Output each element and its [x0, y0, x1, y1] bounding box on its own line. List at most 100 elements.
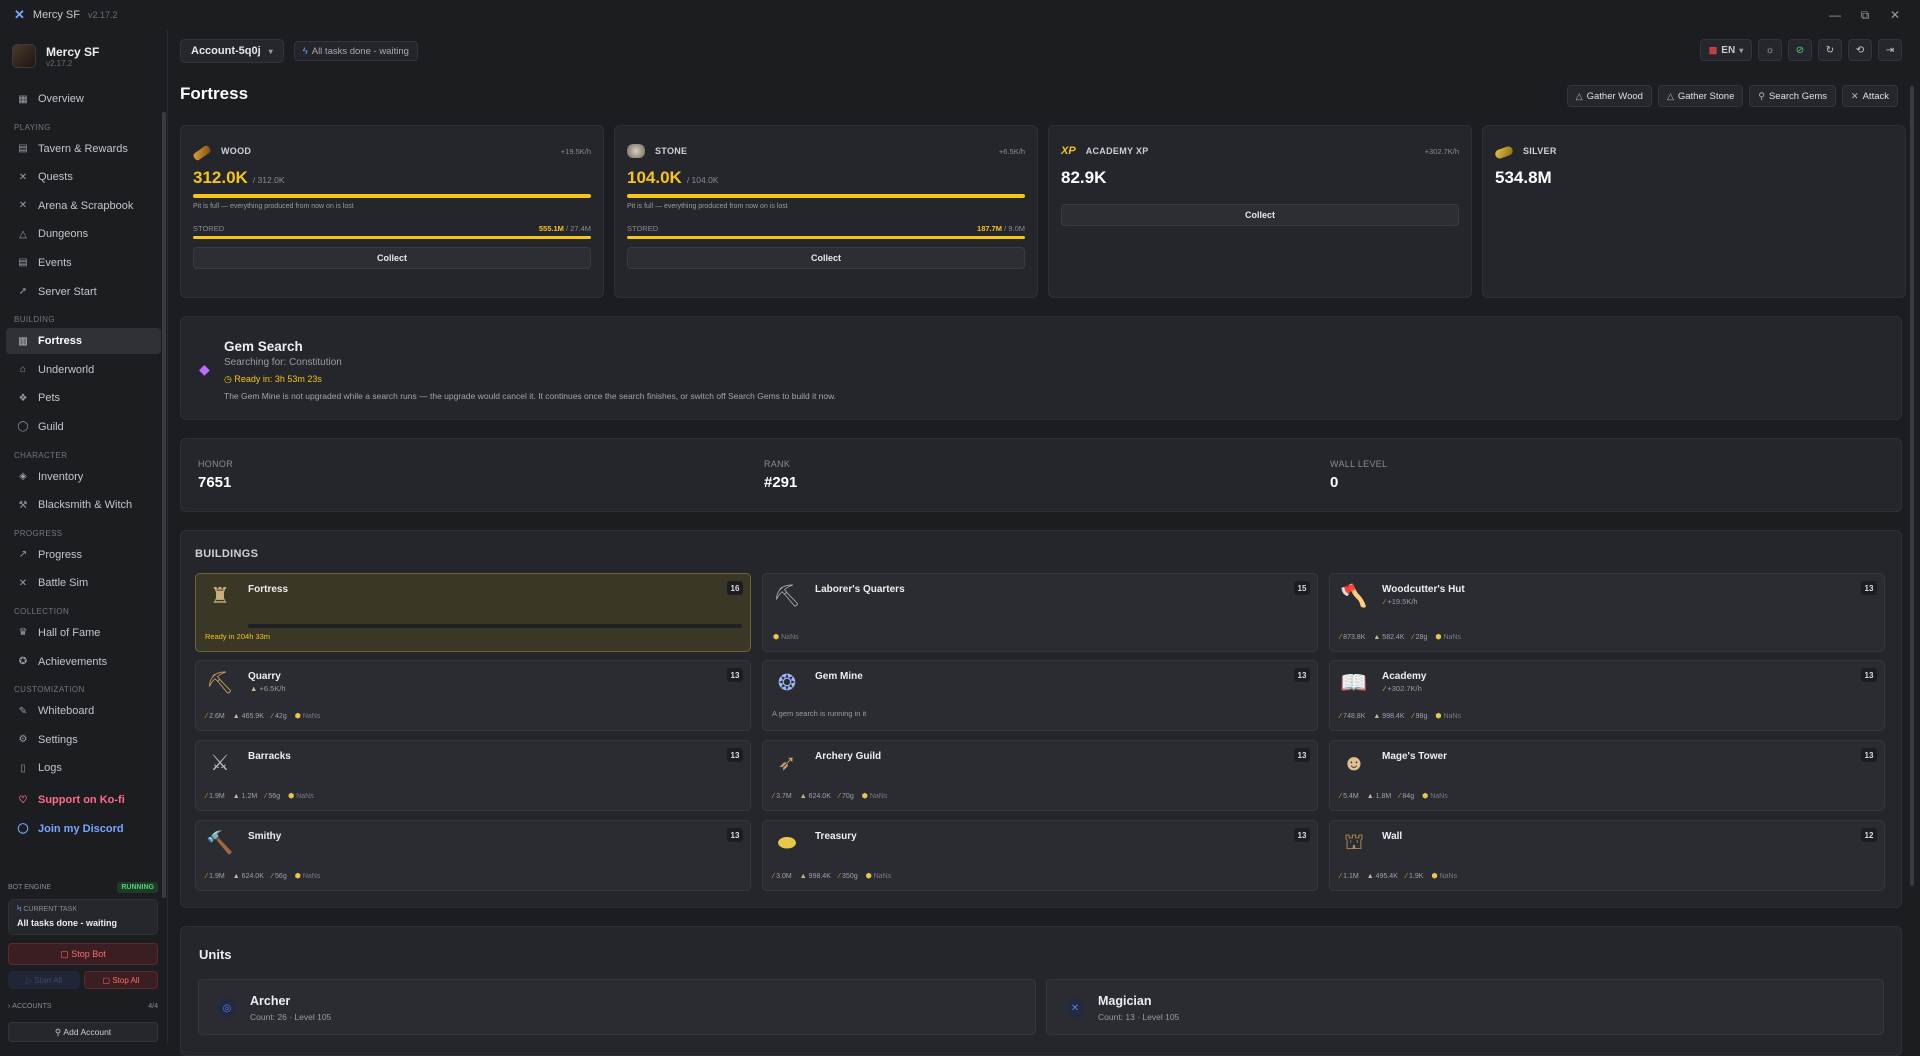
stop-all-button[interactable]: ▢ Stop All — [84, 971, 158, 989]
collect-stone-button[interactable]: Collect — [627, 247, 1025, 269]
chevron-down-icon: ▾ — [268, 46, 273, 56]
wood-cost-icon: ⁄ — [206, 872, 208, 880]
add-account-button[interactable]: ⚲ Add Account — [8, 1022, 158, 1042]
building-fortress[interactable]: ♜ Fortress 16 Ready in 204h 33m — [195, 573, 751, 652]
sync-icon: ⟲ — [1855, 44, 1865, 56]
attack-button[interactable]: ✕ Attack — [1842, 85, 1898, 107]
sidebar-item-arena[interactable]: ✕ Arena & Scrapbook — [6, 193, 161, 219]
building-treasury[interactable]: ⬬ Treasury 13 ⁄ 3.0M ▲ 998.4K ⁄ 350g ⬢ NaNs — [762, 820, 1318, 891]
visibility-toggle-button[interactable]: ⊘ — [1788, 39, 1812, 61]
sidebar-item-logs[interactable]: ▯ Logs — [6, 755, 161, 781]
sidebar-item-whiteboard[interactable]: ✎ Whiteboard — [6, 698, 161, 724]
wood-cap: / 312.0K — [252, 175, 285, 185]
building-level: 13 — [1861, 748, 1877, 762]
brand-title: Mercy SF — [46, 44, 100, 59]
sidebar-item-battle-sim[interactable]: ✕ Battle Sim — [6, 570, 161, 596]
sidebar-item-server-start[interactable]: ➚ Server Start — [6, 279, 161, 305]
wood-stored-value: 555.1M — [538, 224, 564, 233]
gather-wood-button[interactable]: △ Gather Wood — [1566, 85, 1652, 107]
sidebar-item-achievements[interactable]: ✪ Achievements — [6, 649, 161, 675]
sidebar-scrollbar[interactable] — [162, 112, 166, 898]
building-mages-tower[interactable]: ☻ Mage's Tower 13 ⁄ 5.4M ▲ 1.8M ⁄ 84g ⬢ NaNs — [1329, 740, 1885, 811]
sidebar-item-quests[interactable]: ✕ Quests — [6, 164, 161, 190]
building-smithy[interactable]: 🔨 Smithy 13 ⁄ 1.9M ▲ 624.0K ⁄ 56g ⬢ NaNs — [195, 820, 751, 891]
sidebar-item-label: Underworld — [38, 363, 95, 376]
stone-cost: 998.4K — [808, 872, 831, 880]
accounts-header[interactable]: › ACCOUNTS 4/4 — [8, 1003, 158, 1010]
main-scrollbar[interactable] — [1910, 86, 1914, 886]
language-select[interactable]: ▩ EN ▾ — [1700, 39, 1752, 61]
sidebar-item-dungeons[interactable]: △ Dungeons — [6, 221, 161, 247]
language-value: EN — [1721, 44, 1736, 56]
restore-button[interactable]: ⧉ — [1850, 8, 1880, 23]
wood-amount: 312.0K — [193, 168, 248, 187]
logout-button[interactable]: ⇥ — [1878, 39, 1902, 61]
unit-magician[interactable]: ✕ Magician Count: 13 · Level 105 — [1046, 979, 1884, 1035]
minimize-button[interactable]: — — [1820, 8, 1850, 22]
bolt-icon: ϟ — [17, 906, 22, 913]
sidebar-item-overview[interactable]: ▦ Overview — [6, 86, 161, 112]
status-pill: ϟ All tasks done - waiting — [293, 41, 418, 61]
building-level: 13 — [1861, 581, 1877, 595]
building-barracks[interactable]: ⚔ Barracks 13 ⁄ 1.9M ▲ 1.2M ⁄ 56g ⬢ NaNs — [195, 740, 751, 811]
gem-search-description: The Gem Mine is not upgraded while a sea… — [224, 391, 837, 401]
gem-search-ready: Ready in: 3h 53m 23s — [234, 374, 322, 384]
sidebar-item-blacksmith[interactable]: ⚒ Blacksmith & Witch — [6, 492, 161, 518]
gather-stone-button[interactable]: △ Gather Stone — [1657, 85, 1744, 107]
play-icon: ▷ — [26, 975, 35, 985]
sidebar-item-tavern[interactable]: ▤ Tavern & Rewards — [6, 136, 161, 162]
refresh-button[interactable]: ↻ — [1818, 39, 1842, 61]
building-laborers-quarters[interactable]: ⛏ Laborer's Quarters 15 ⬢ NaNs — [762, 573, 1318, 652]
building-archery-guild[interactable]: ➶ Archery Guild 13 ⁄ 3.7M ▲ 624.0K ⁄ 70g ⬢ NaNs — [762, 740, 1318, 811]
sidebar-item-hall-of-fame[interactable]: ♛ Hall of Fame — [6, 620, 161, 646]
building-academy[interactable]: 📖 Academy ⁄ +302.7K/h 13 ⁄ 748.8K ▲ 998.4K ⁄… — [1329, 660, 1885, 731]
stone-cost-icon: ▲ — [232, 872, 240, 880]
bot-engine-label: BOT ENGINE — [8, 884, 52, 891]
stop-bot-button[interactable]: ▢ Stop Bot — [8, 943, 158, 965]
building-gem-mine[interactable]: ❂ Gem Mine 13 A gem search is running in… — [762, 660, 1318, 731]
sidebar-item-discord[interactable]: ◯ Join my Discord — [6, 816, 161, 842]
collect-wood-button[interactable]: Collect — [193, 247, 591, 269]
sidebar-item-inventory[interactable]: ◈ Inventory — [6, 464, 161, 490]
sidebar-item-underworld[interactable]: ⌂ Underworld — [6, 357, 161, 383]
building-name: Smithy — [248, 831, 282, 842]
gold-building-icon: ⬬ — [777, 830, 797, 855]
gather-wood-label: Gather Wood — [1586, 90, 1643, 102]
stone-cost-icon: ▲ — [232, 712, 240, 720]
unit-archer[interactable]: ◎ Archer Count: 26 · Level 105 — [198, 979, 1036, 1035]
start-all-button[interactable]: ▷ Start All — [8, 971, 80, 989]
theme-toggle-button[interactable]: ☼ — [1758, 39, 1782, 61]
sidebar-item-settings[interactable]: ⚙ Settings — [6, 727, 161, 753]
building-woodcutters-hut[interactable]: 🪓 Woodcutter's Hut ⁄ +19.5K/h 13 ⁄ 873.8K… — [1329, 573, 1885, 652]
gem-search-title: Gem Search — [224, 339, 303, 354]
building-quarry[interactable]: ⛏ Quarry ▲ +6.5K/h 13 ⁄ 2.6M ▲ 465.9K ⁄ 42g ⬢ N… — [195, 660, 751, 731]
sidebar-item-label: Quests — [38, 171, 73, 184]
sidebar-item-kofi[interactable]: ♡ Support on Ko-fi — [6, 787, 161, 813]
sun-icon: ☼ — [1765, 44, 1775, 56]
sidebar-item-fortress[interactable]: ▥ Fortress — [6, 328, 161, 355]
status-text: All tasks done - waiting — [311, 45, 409, 57]
swords-icon: ✕ — [1851, 90, 1859, 101]
collect-xp-button[interactable]: Collect — [1061, 204, 1459, 226]
sidebar-item-progress[interactable]: ↗ Progress — [6, 542, 161, 568]
wood-stored-bar — [193, 236, 591, 239]
search-gems-button[interactable]: ⚲ Search Gems — [1749, 85, 1837, 107]
building-wall[interactable]: ⛫ Wall 12 ⁄ 1.1M ▲ 495.4K ⁄ 1.9K ⬢ NaNs — [1329, 820, 1885, 891]
close-button[interactable]: ✕ — [1880, 8, 1910, 22]
section-progress: PROGRESS — [14, 528, 63, 538]
account-select[interactable]: Account-5q0j ▾ — [180, 39, 284, 63]
gem-cost-icon: ⬢ — [1435, 634, 1442, 641]
stone-cost: 998.4K — [1382, 712, 1405, 720]
wood-cost-icon: ⁄ — [206, 712, 208, 720]
search-icon: ⚲ — [1758, 90, 1765, 101]
sidebar-item-guild[interactable]: ◯ Guild — [6, 414, 161, 440]
sync-button[interactable]: ⟲ — [1848, 39, 1872, 61]
xp-cost-icon: ⁄ — [1412, 712, 1414, 720]
unit-name: Magician — [1098, 994, 1152, 1008]
sidebar-item-pets[interactable]: ❖ Pets — [6, 385, 161, 411]
crossed-swords-building-icon: ⚔ — [210, 750, 230, 775]
stone-stored-cap: / 9.0M — [1004, 224, 1025, 233]
building-level: 13 — [727, 828, 743, 842]
xp-cost-icon: ⁄ — [271, 872, 274, 880]
sidebar-item-events[interactable]: ▤ Events — [6, 250, 161, 276]
